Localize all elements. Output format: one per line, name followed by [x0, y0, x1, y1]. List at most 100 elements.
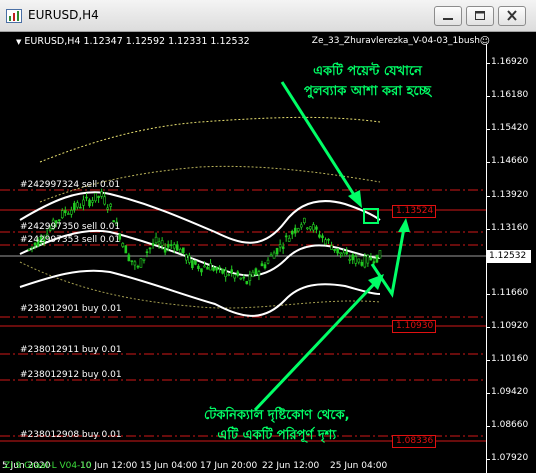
candle-body — [309, 226, 312, 230]
candle-body — [281, 246, 285, 249]
dropdown-triangle-icon: ▼ — [16, 38, 22, 46]
price-tick: 1.13920 — [491, 190, 529, 200]
minimize-icon — [443, 18, 453, 20]
candle-body — [269, 254, 273, 257]
chart-area[interactable]: ▼ EURUSD,H4 1.12347 1.12592 1.12331 1.125… — [0, 32, 536, 473]
order-label[interactable]: #242997350 sell 0.01 — [20, 222, 120, 232]
order-label[interactable]: #238012908 buy 0.01 — [20, 430, 122, 440]
order-label[interactable]: #242997324 sell 0.01 — [20, 180, 120, 190]
candle-body — [230, 269, 234, 274]
expert-advisor-name: Ze_33_Zhuravlerezka_V-04-03_1bush — [311, 36, 480, 46]
candle-body — [91, 200, 94, 203]
order-label[interactable]: #238012911 buy 0.01 — [20, 345, 122, 355]
candle-body — [224, 269, 227, 277]
candle-body — [130, 260, 134, 262]
candle-body — [133, 261, 137, 266]
candle-body — [188, 255, 191, 263]
candle-body — [163, 247, 167, 253]
candle-body — [239, 277, 243, 280]
price-tick-mark — [486, 360, 490, 361]
candle-body — [148, 247, 152, 250]
candle-body — [160, 240, 164, 246]
minimize-button[interactable] — [434, 6, 462, 26]
candle-body — [139, 258, 143, 268]
candle-body — [67, 213, 70, 215]
candle-body — [378, 250, 382, 259]
candle-body — [142, 258, 146, 261]
candle-body — [348, 259, 352, 261]
candle-body — [296, 228, 300, 232]
order-label[interactable]: #242997353 sell 0.01 — [20, 235, 120, 245]
chart-window-icon — [6, 9, 22, 23]
candle-body — [290, 230, 294, 235]
candle-body — [27, 248, 31, 251]
candle-body — [257, 271, 261, 276]
price-tick: 1.09420 — [491, 387, 529, 397]
candle-body — [233, 274, 237, 279]
candle-body — [166, 244, 170, 248]
candle-body — [97, 195, 100, 199]
time-tick: 25 Jun 04:00 — [330, 461, 388, 471]
candle-body — [300, 224, 303, 228]
candle-body — [151, 243, 155, 246]
candle-body — [57, 219, 61, 222]
candle-body — [109, 203, 112, 207]
candle-body — [351, 254, 355, 261]
candle-body — [236, 271, 240, 276]
candle-body — [266, 259, 270, 264]
candle-body — [284, 235, 288, 238]
annotation-top: একটি পয়েন্ট যেখানে পুলব্যাক আশা করা হচ্… — [304, 62, 431, 102]
price-tick: 1.16920 — [491, 57, 529, 67]
indicator-label: Zi 9 Graal-L V04-10 — [4, 461, 92, 471]
candle-body — [79, 206, 82, 209]
price-box: 1.10930 — [392, 320, 436, 333]
symbol-info: EURUSD,H4 1.12347 1.12592 1.12331 1.1253… — [24, 36, 250, 47]
candle-body — [354, 256, 358, 264]
current-price-tag: 1.12532 — [487, 250, 531, 263]
candle-body — [215, 267, 218, 271]
candle-body — [242, 276, 246, 279]
candle-body — [169, 244, 173, 246]
candle-body — [321, 235, 324, 239]
candle-body — [124, 245, 128, 254]
candle-body — [330, 245, 333, 250]
annotation-bottom-line2: এটি একটি পরিপূর্ণ দৃশ্য — [217, 428, 337, 443]
candle-body — [306, 227, 309, 230]
candle-body — [342, 252, 345, 257]
price-tick-mark — [486, 196, 490, 197]
price-tick-mark — [486, 129, 490, 130]
candle-body — [60, 210, 64, 219]
candle-body — [245, 281, 249, 285]
candle-body — [369, 257, 373, 261]
close-button[interactable] — [498, 6, 526, 26]
candle-body — [106, 207, 109, 210]
candle-body — [251, 271, 255, 278]
price-tick-mark — [486, 229, 490, 230]
candle-body — [372, 261, 376, 264]
price-tick-mark — [486, 393, 490, 394]
candle-body — [363, 256, 367, 268]
price-tick: 1.16180 — [491, 90, 529, 100]
candle-body — [218, 266, 221, 269]
maximize-button[interactable] — [466, 6, 494, 26]
price-tick: 1.15420 — [491, 123, 529, 133]
candle-body — [206, 266, 209, 270]
candle-body — [172, 244, 176, 249]
candle-body — [287, 237, 291, 242]
price-tick: 1.10160 — [491, 354, 529, 364]
candle-body — [121, 242, 125, 247]
candle-body — [360, 261, 364, 266]
candle-body — [357, 258, 361, 263]
candle-body — [154, 236, 158, 244]
order-label[interactable]: #238012912 buy 0.01 — [20, 370, 122, 380]
annotation-bottom: টেকনিক্যাল দৃষ্টিকোণ থেকে, এটি একটি পরিপ… — [204, 406, 350, 446]
candle-body — [221, 268, 224, 274]
candle-body — [333, 248, 336, 251]
candle-body — [366, 255, 370, 264]
candle-body — [145, 251, 149, 254]
price-tick-mark — [486, 459, 490, 460]
candle-body — [260, 263, 264, 267]
candle-body — [136, 265, 140, 268]
order-label[interactable]: #238012901 buy 0.01 — [20, 304, 122, 314]
candle-body — [203, 265, 206, 268]
